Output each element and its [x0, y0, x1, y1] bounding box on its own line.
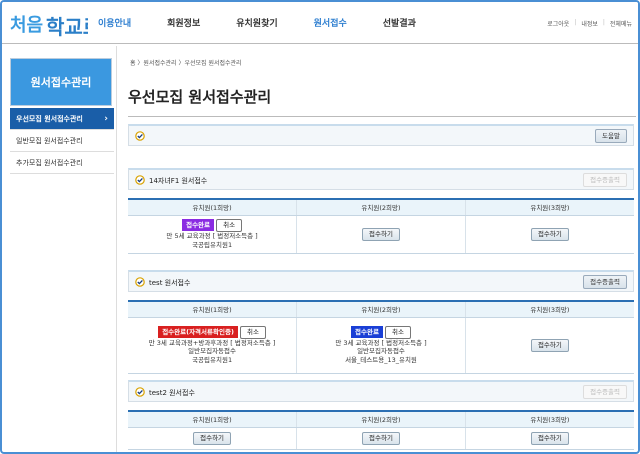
apply-button[interactable]: 접수하기 — [530, 431, 569, 445]
application-section: test 원서접수 접수증출력 유치원(1희망) 유치원(2희망) 유치원(3희… — [128, 270, 634, 374]
kindergarten-name: 국공립유치원1 — [192, 355, 233, 364]
apply-button[interactable]: 접수하기 — [193, 431, 232, 445]
course-info: 만 3세 교육과정+방과후과정 [ 법정저소득층 ] — [148, 338, 276, 347]
sidebar-item-label: 추가모집 원서접수관리 — [16, 159, 83, 167]
all-menu-link[interactable]: 전체메뉴 — [610, 19, 632, 28]
my-info-link[interactable]: 내정보 — [581, 19, 598, 28]
application-section: 14자녀F1 원서접수 접수증출력 유치원(1희망) 유치원(2희망) 유치원(… — [128, 168, 634, 254]
sidebar: 원서접수관리 우선모집 원서접수관리 › 일반모집 원서접수관리 추가모집 원서… — [4, 46, 114, 452]
table-row: 접수하기 접수하기 접수하기 — [128, 427, 634, 450]
print-receipt-button[interactable]: 접수증출력 — [583, 173, 627, 187]
table-header-row: 유치원(1희망) 유치원(2희망) 유치원(3희망) — [128, 300, 634, 318]
kindergarten-name: 국공립유치원1 — [192, 240, 233, 249]
table-row: 접수완료(자격서류확인중) 취소 만 3세 교육과정+방과후과정 [ 법정저소득… — [128, 317, 634, 374]
browser-frame: 처음 학교로 이용안내 회원정보 유치원찾기 원서접수 선발결과 로그아웃 | … — [0, 0, 640, 454]
site-logo[interactable]: 처음 학교로 — [8, 7, 88, 39]
status-badge: 접수완료 — [182, 219, 215, 231]
application-type: 일반모집자동접수 — [357, 347, 405, 356]
help-bar: 도움말 — [128, 124, 634, 146]
nav-find-kindergarten[interactable]: 유치원찾기 — [236, 16, 277, 29]
column-header: 유치원(3희망) — [464, 410, 634, 428]
apply-button[interactable]: 접수하기 — [530, 338, 569, 352]
application-table: 유치원(1희망) 유치원(2희망) 유치원(3희망) 접수완료 취소 만 5세 … — [128, 198, 634, 254]
choice-cell: 접수하기 — [128, 427, 297, 450]
svg-text:처음: 처음 — [10, 15, 43, 36]
table-header-row: 유치원(1희망) 유치원(2희망) 유치원(3희망) — [128, 198, 634, 216]
chevron-right-icon: › — [104, 114, 108, 124]
apply-button[interactable]: 접수하기 — [362, 431, 400, 445]
choice-cell: 접수하기 — [296, 215, 466, 254]
logout-link[interactable]: 로그아웃 — [547, 19, 569, 28]
check-icon — [135, 387, 145, 397]
nav-results[interactable]: 선발결과 — [383, 16, 416, 29]
site-header: 처음 학교로 이용안내 회원정보 유치원찾기 원서접수 선발결과 로그아웃 | … — [2, 2, 638, 44]
section-head: test2 원서접수 접수증출력 — [128, 380, 634, 402]
kindergarten-name: 서울_테스트용_13_유치원 — [345, 355, 417, 364]
cancel-button[interactable]: 취소 — [385, 325, 411, 339]
section-title: 14자녀F1 원서접수 — [149, 177, 208, 185]
sidebar-menu: 우선모집 원서접수관리 › 일반모집 원서접수관리 추가모집 원서접수관리 — [10, 108, 114, 174]
sidebar-title: 원서접수관리 — [30, 76, 92, 89]
sidebar-divider — [116, 46, 117, 452]
application-table: 유치원(1희망) 유치원(2희망) 유치원(3희망) 접수완료(자격서류확인중)… — [128, 300, 634, 374]
svg-text:학교로: 학교로 — [46, 15, 88, 39]
apply-button[interactable]: 접수하기 — [362, 227, 400, 241]
status-badge: 접수완료 — [351, 325, 383, 338]
choice-cell: 접수하기 — [464, 317, 634, 374]
print-receipt-button[interactable]: 접수증출력 — [583, 385, 627, 399]
section-title: test 원서접수 — [149, 279, 191, 287]
check-icon — [135, 131, 145, 141]
cancel-button[interactable]: 취소 — [216, 219, 243, 232]
breadcrumb: 홈 〉원서접수관리 〉우선모집 원서접수관리 — [130, 60, 242, 67]
table-row: 접수완료 취소 만 5세 교육과정 [ 법정저소득층 ] 국공립유치원1 접수하… — [128, 215, 634, 254]
column-header: 유치원(2희망) — [296, 410, 466, 428]
title-divider — [128, 116, 636, 117]
column-header: 유치원(2희망) — [296, 300, 466, 318]
column-header: 유치원(3희망) — [464, 198, 634, 216]
nav-application[interactable]: 원서접수 — [314, 16, 347, 29]
application-section: test2 원서접수 접수증출력 유치원(1희망) 유치원(2희망) 유치원(3… — [128, 380, 634, 450]
section-head: 14자녀F1 원서접수 접수증출력 — [128, 168, 634, 190]
choice-cell: 접수완료 취소 만 5세 교육과정 [ 법정저소득층 ] 국공립유치원1 — [128, 215, 297, 254]
sidebar-item-additional[interactable]: 추가모집 원서접수관리 — [10, 152, 114, 174]
choice-cell: 접수하기 — [296, 427, 466, 450]
course-info: 만 5세 교육과정 [ 법정저소득층 ] — [166, 232, 258, 240]
main-nav: 이용안내 회원정보 유치원찾기 원서접수 선발결과 — [98, 16, 452, 29]
table-header-row: 유치원(1희망) 유치원(2희망) 유치원(3희망) — [128, 410, 634, 428]
application-table: 유치원(1희망) 유치원(2희망) 유치원(3희망) 접수하기 접수하기 접수하… — [128, 410, 634, 450]
main-content: 홈 〉원서접수관리 〉우선모집 원서접수관리 우선모집 원서접수관리 도움말 1… — [120, 46, 638, 452]
check-icon — [135, 175, 145, 185]
column-header: 유치원(3희망) — [464, 300, 634, 318]
application-type: 일반모집자동접수 — [188, 347, 236, 356]
cancel-button[interactable]: 취소 — [240, 325, 266, 339]
sidebar-item-label: 일반모집 원서접수관리 — [16, 137, 83, 145]
section-title: test2 원서접수 — [149, 389, 195, 397]
help-bar-head: 도움말 — [128, 124, 634, 146]
sidebar-item-general[interactable]: 일반모집 원서접수관리 — [10, 130, 114, 152]
help-button[interactable]: 도움말 — [595, 129, 627, 143]
column-header: 유치원(1희망) — [128, 300, 297, 318]
nav-guide[interactable]: 이용안내 — [98, 16, 131, 29]
nav-member[interactable]: 회원정보 — [167, 16, 200, 29]
check-icon — [135, 277, 145, 287]
util-divider: | — [574, 19, 577, 26]
print-receipt-button[interactable]: 접수증출력 — [583, 275, 627, 289]
column-header: 유치원(1희망) — [128, 198, 297, 216]
sidebar-title-box: 원서접수관리 — [10, 58, 112, 106]
util-divider: | — [602, 19, 605, 26]
choice-cell: 접수완료 취소 만 3세 교육과정 [ 법정저소득층 ] 일반모집자동접수 서울… — [296, 317, 466, 374]
choice-cell: 접수완료(자격서류확인중) 취소 만 3세 교육과정+방과후과정 [ 법정저소득… — [128, 317, 297, 374]
sidebar-item-priority[interactable]: 우선모집 원서접수관리 › — [10, 108, 114, 130]
course-info: 만 3세 교육과정 [ 법정저소득층 ] — [335, 338, 427, 347]
column-header: 유치원(1희망) — [128, 410, 297, 428]
section-head: test 원서접수 접수증출력 — [128, 270, 634, 292]
sidebar-item-label: 우선모집 원서접수관리 — [16, 115, 83, 123]
choice-cell: 접수하기 — [464, 427, 634, 450]
page-title: 우선모집 원서접수관리 — [128, 88, 272, 106]
column-header: 유치원(2희망) — [296, 198, 466, 216]
apply-button[interactable]: 접수하기 — [530, 227, 569, 241]
choice-cell: 접수하기 — [464, 215, 634, 254]
status-badge: 접수완료(자격서류확인중) — [158, 325, 238, 338]
utility-links: 로그아웃 | 내정보 | 전체메뉴 — [547, 19, 632, 28]
